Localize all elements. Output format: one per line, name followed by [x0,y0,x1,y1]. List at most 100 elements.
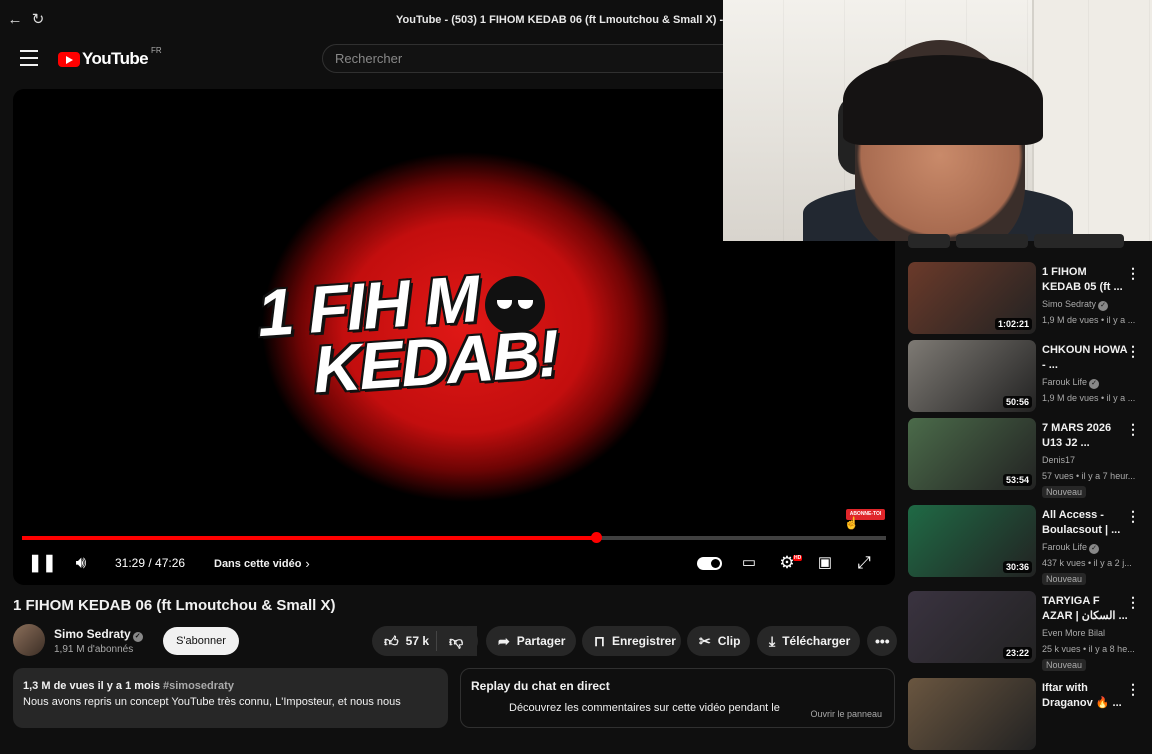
recommendation-item[interactable]: 53:54 7 MARS 2026 U13 J2 ... Denis17 57 vue… [908,418,1152,498]
filter-chips [908,234,1152,248]
bookmark-icon: ⊓ [594,632,605,649]
subscriber-count: 1,91 M d'abonnés [54,644,134,655]
more-vertical-icon[interactable]: ⋮ [1126,681,1140,698]
new-badge: Nouveau [1042,486,1087,498]
recommendation-meta: 57 vues • il y a 7 heur... [1042,471,1136,481]
subscribe-button[interactable]: S'abonner [163,627,239,655]
menu-icon[interactable] [20,50,38,66]
share-button[interactable]: ➦ Partager [486,626,576,656]
recommendation-title[interactable]: TARYIGA F AZAR | السكان ... [1042,594,1128,624]
recommendation-channel-text: Denis17 [1042,455,1076,465]
progress-bar[interactable] [22,536,886,540]
verified-icon: ✓ [1098,301,1109,311]
search-input[interactable]: Rechercher [322,44,732,73]
recommendation-channel-text: Simo Sedraty [1042,299,1097,309]
video-title: 1 FIHOM KEDAB 06 (ft Lmoutchou & Small X… [13,597,336,614]
video-thumbnail[interactable]: 53:54 [908,418,1036,490]
play-logo-icon [58,51,80,67]
recommendation-title[interactable]: 1 FIHOM KEDAB 05 (ft ... [1042,265,1128,295]
duration-badge: 1:02:21 [994,318,1032,330]
chat-replay-panel[interactable]: Replay du chat en direct Découvrez les c… [460,668,895,728]
recommendation-title[interactable]: All Access - Boulacsout | ... [1042,508,1128,538]
pause-icon[interactable]: ❚❚ [28,553,57,573]
new-badge: Nouveau [1042,659,1087,671]
reload-icon[interactable]: ↻ [30,12,46,28]
recommendation-title[interactable]: 7 MARS 2026 U13 J2 ... [1042,421,1128,451]
recommendation-channel-text: Farouk Life [1042,377,1088,387]
recommendation-meta: 1,9 M de vues • il y a ... [1042,315,1136,325]
miniplayer-icon[interactable]: ▣ [815,553,835,573]
description-box[interactable]: 1,3 M de vues il y a 1 mois #simosedraty… [13,668,448,728]
channel-name[interactable]: Simo Sedraty ✓ [54,627,143,642]
channel-avatar[interactable] [13,624,45,656]
video-thumbnail[interactable]: 50:56 [908,340,1036,412]
more-actions-button[interactable]: ••• [867,626,897,656]
recommendation-item[interactable]: Iftar with Draganov 🔥 ... ⋮ [908,678,1152,754]
logo-text: YouTube [82,49,149,68]
recommendation-title[interactable]: CHKOUN HOWA - ... [1042,343,1128,373]
arrow-left-icon[interactable]: ← [7,12,23,28]
recommendation-channel[interactable]: Farouk Life ✓ [1042,542,1100,554]
more-horizontal-icon: ••• [875,633,890,649]
hd-badge: HD [793,555,803,561]
clip-label: Clip [717,634,741,648]
recommendation-item[interactable]: 50:56 CHKOUN HOWA - ... Farouk Life ✓ 1,9 M … [908,340,1152,416]
recommendation-channel-text: Farouk Life [1042,542,1088,552]
cursor-icon: ☝ [844,516,859,530]
download-button[interactable]: ⤓ Télécharger [757,626,860,656]
more-vertical-icon[interactable]: ⋮ [1126,594,1140,611]
scissors-icon: ✂ [699,632,711,649]
description-text: Nous avons repris un concept YouTube trè… [23,696,401,708]
more-vertical-icon[interactable]: ⋮ [1126,421,1140,438]
share-icon: ➦ [498,632,510,649]
chapter-button[interactable]: Dans cette vidéo › [214,556,310,571]
thumbs-down-icon: 👎︎ [449,632,464,649]
duration-badge: 30:36 [1002,561,1032,573]
autoplay-toggle[interactable] [697,557,722,570]
chat-title: Replay du chat en direct [471,679,610,693]
duration-badge: 23:22 [1002,647,1032,659]
open-chat-button[interactable]: Ouvrir le panneau [810,709,882,719]
like-count: 57 k [405,634,429,648]
save-label: Enregistrer [611,634,676,648]
video-thumbnail[interactable] [908,678,1036,750]
save-button[interactable]: ⊓ Enregistrer [582,626,681,656]
recommendation-channel[interactable]: Simo Sedraty ✓ [1042,299,1109,311]
time-display: 31:29 / 47:26 [115,556,186,570]
recommendation-meta: 1,9 M de vues • il y a ... [1042,393,1136,403]
duration-badge: 50:56 [1002,396,1032,408]
dislike-button[interactable]: 👎︎ [437,626,478,656]
download-icon: ⤓ [769,632,776,649]
thumbs-up-icon: 👍︎ [384,632,399,649]
recommendation-item[interactable]: 30:36 All Access - Boulacsout | ... Farouk… [908,505,1152,585]
chapter-label: Dans cette vidéo [214,557,302,570]
recommendation-title[interactable]: Iftar with Draganov 🔥 ... [1042,681,1128,711]
video-thumbnail[interactable]: 30:36 [908,505,1036,577]
video-thumbnail[interactable]: 1:02:21 [908,262,1036,334]
more-vertical-icon[interactable]: ⋮ [1126,343,1140,360]
hashtag-link[interactable]: #simosedraty [163,680,234,692]
channel-name-text: Simo Sedraty [54,627,131,641]
youtube-logo[interactable]: YouTube FR [58,46,162,70]
recommendation-meta: 437 k vues • il y a 2 j... [1042,558,1132,568]
recommendation-meta: 25 k vues • il y a 8 he... [1042,644,1135,654]
recommendation-channel[interactable]: Even More Bilal [1042,628,1105,638]
volume-icon[interactable]: 🔊︎ [70,553,92,573]
more-vertical-icon[interactable]: ⋮ [1126,508,1140,525]
subtitles-icon[interactable]: ▭ [739,553,759,573]
recommendation-item[interactable]: 23:22 TARYIGA F AZAR | السكان ... Even Mor… [908,591,1152,671]
recommendation-channel[interactable]: Denis17 [1042,455,1075,465]
recommendation-channel[interactable]: Farouk Life ✓ [1042,377,1100,389]
new-badge: Nouveau [1042,573,1087,585]
view-count-date: 1,3 M de vues il y a 1 mois [23,680,160,692]
video-thumbnail[interactable]: 23:22 [908,591,1036,663]
fullscreen-icon[interactable]: ⤢ [854,553,874,573]
window-title: YouTube - (503) 1 FIHOM KEDAB 06 (ft Lmo… [396,14,723,26]
chevron-right-icon: › [305,556,310,571]
recommendation-item[interactable]: 1:02:21 1 FIHOM KEDAB 05 (ft ... Simo Sedr… [908,262,1152,338]
verified-icon: ✓ [1089,544,1100,554]
more-vertical-icon[interactable]: ⋮ [1126,265,1140,282]
clip-button[interactable]: ✂ Clip [687,626,750,656]
share-label: Partager [516,634,566,648]
scrubber-handle[interactable] [590,532,602,543]
